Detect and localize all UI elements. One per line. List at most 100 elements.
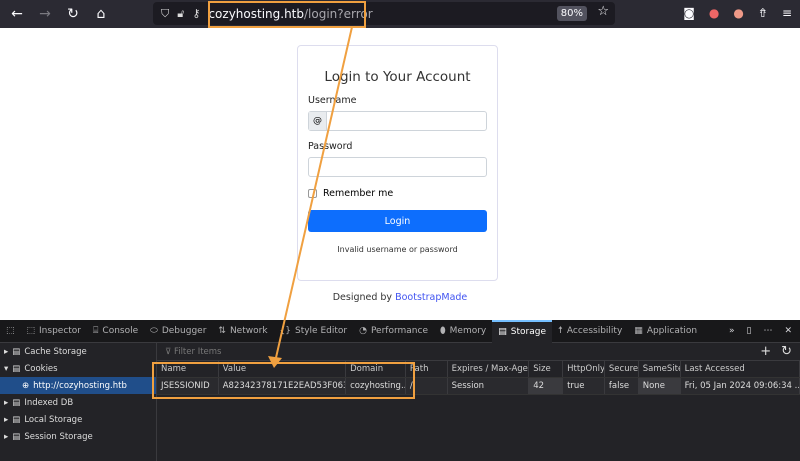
home-icon[interactable]: ⌂ xyxy=(90,6,112,22)
tab-icon: ☨ xyxy=(558,326,563,336)
remember-label: Remember me xyxy=(323,188,394,199)
add-icon[interactable]: + xyxy=(760,344,771,359)
extension-fox-icon[interactable]: ● xyxy=(709,6,719,20)
extension-icon[interactable]: ● xyxy=(733,6,743,20)
credit: Designed by BootstrapMade xyxy=(332,292,468,303)
key-icon: ⚷ xyxy=(192,7,201,20)
more-icon[interactable]: ⋯ xyxy=(763,326,772,336)
more-tabs-icon[interactable]: » xyxy=(729,326,735,336)
tab-icon: ▦ xyxy=(634,326,643,336)
tab-icon: ◔ xyxy=(359,326,367,336)
tab-icon: ⬭ xyxy=(150,326,158,336)
cookies-table: Name Value Domain Path Expires / Max-Age Size… xyxy=(157,361,800,395)
close-icon[interactable]: ✕ xyxy=(784,326,792,336)
username-field[interactable]: @ xyxy=(308,111,487,131)
pocket-icon[interactable]: ◙ xyxy=(683,6,695,20)
tab-network[interactable]: ⇅ Network xyxy=(212,320,273,343)
expanded-arrow-icon: ▾ xyxy=(4,363,9,374)
table-row[interactable]: JSESSIONIDA82342378171E2EAD53F06323...co… xyxy=(157,378,800,395)
column-header[interactable]: SameSite xyxy=(639,361,681,377)
sidebar-item[interactable]: ▾ ▤ Cookies xyxy=(0,360,156,377)
filter-bar: ⊽ Filter Items + ↻ xyxy=(157,343,800,361)
sidebar-item[interactable]: ▸ ▤ Session Storage xyxy=(0,428,156,445)
filter-input[interactable]: Filter Items xyxy=(174,347,222,357)
table-cell: 42 xyxy=(529,378,564,394)
devtools-panel: ⬚ ⬚ Inspector ⌸ Console ⬭ Debugger ⇅ Network{} S… xyxy=(0,319,800,461)
browser-toolbar: ← → ↻ ⌂ ⛉ 🔓︎ ⚷ cozyhosting.htb/login?err… xyxy=(0,0,800,28)
tab-application[interactable]: ▦ Application xyxy=(628,320,703,343)
page-content: Login to Your Account Username @ Passwor… xyxy=(0,28,800,320)
extensions-icon[interactable]: ⇮ xyxy=(758,6,768,20)
picker-icon[interactable]: ⬚ xyxy=(0,320,21,343)
back-icon[interactable]: ← xyxy=(6,6,28,22)
storage-sidebar: ▸ ▤ Cache Storage ▾ ▤ Cookies ⊕ http://cozyhost… xyxy=(0,343,157,461)
table-cell: / xyxy=(406,378,448,394)
column-header[interactable]: Last Accessed xyxy=(681,361,800,377)
tab-icon: ⬚ xyxy=(26,326,36,336)
column-header[interactable]: Domain xyxy=(346,361,406,377)
column-header[interactable]: Secure xyxy=(605,361,639,377)
globe-icon: ⊕ xyxy=(22,380,30,391)
column-header[interactable]: Path xyxy=(406,361,448,377)
column-header[interactable]: Expires / Max-Age xyxy=(448,361,530,377)
column-header[interactable]: HttpOnly xyxy=(563,361,605,377)
tab-debugger[interactable]: ⬭ Debugger xyxy=(144,320,212,343)
sidebar-item[interactable]: ▸ ▤ Local Storage xyxy=(0,411,156,428)
storage-icon: ▤ xyxy=(12,363,21,374)
filter-icon: ⊽ xyxy=(165,346,174,357)
collapsed-arrow-icon: ▸ xyxy=(4,431,9,442)
storage-icon: ▤ xyxy=(12,414,21,425)
login-title: Login to Your Account xyxy=(324,69,471,85)
sidebar-item[interactable]: ▸ ▤ Cache Storage xyxy=(0,343,156,360)
menu-icon[interactable]: ≡ xyxy=(782,6,792,20)
tab-icon: ⌸ xyxy=(93,326,99,336)
storage-icon: ▤ xyxy=(12,346,21,357)
table-cell: Session xyxy=(448,378,530,394)
column-header[interactable]: Name xyxy=(157,361,219,377)
at-prefix: @ xyxy=(309,112,327,130)
table-cell: cozyhosting.... xyxy=(346,378,406,394)
shield-icon: ⛉ xyxy=(161,6,170,20)
url-host: cozyhosting.htb xyxy=(208,6,304,21)
lock-icon: 🔓︎ xyxy=(177,6,185,20)
table-cell: false xyxy=(605,378,639,394)
table-cell: A82342378171E2EAD53F06323... xyxy=(219,378,347,394)
dock-icon[interactable]: ▯ xyxy=(747,326,752,336)
column-header[interactable]: Value xyxy=(219,361,347,377)
error-message: Invalid username or password xyxy=(337,245,458,254)
zoom-level[interactable]: 80% xyxy=(556,6,587,21)
forward-icon[interactable]: → xyxy=(34,6,56,22)
tab-icon: ⇅ xyxy=(218,326,226,336)
sidebar-item[interactable]: ▸ ▤ Indexed DB xyxy=(0,394,156,411)
tab-style-editor[interactable]: {} Style Editor xyxy=(274,320,354,343)
table-cell: true xyxy=(563,378,605,394)
tab-icon: ▤ xyxy=(498,327,507,337)
collapsed-arrow-icon: ▸ xyxy=(4,397,9,408)
collapsed-arrow-icon: ▸ xyxy=(4,346,9,357)
tab-memory[interactable]: ⬮ Memory xyxy=(434,320,492,343)
bootstrapmade-link[interactable]: BootstrapMade xyxy=(395,292,467,303)
password-label: Password xyxy=(308,141,353,152)
refresh-icon[interactable]: ↻ xyxy=(781,344,792,359)
login-card: Login to Your Account Username @ Passwor… xyxy=(297,45,498,281)
table-cell: None xyxy=(638,378,681,394)
tab-performance[interactable]: ◔ Performance xyxy=(353,320,434,343)
bookmark-star-icon[interactable]: ☆ xyxy=(597,4,609,19)
url-path: /login?error xyxy=(304,6,373,21)
login-button[interactable]: Login xyxy=(308,210,487,232)
column-header[interactable]: Size xyxy=(529,361,564,377)
sidebar-item[interactable]: ⊕ http://cozyhosting.htb xyxy=(0,377,156,394)
tab-accessibility[interactable]: ☨ Accessibility xyxy=(552,320,628,343)
table-cell: Fri, 05 Jan 2024 09:06:34 ... xyxy=(681,378,800,394)
tab-storage[interactable]: ▤ Storage xyxy=(492,319,552,343)
tab-icon: ⬮ xyxy=(440,326,446,336)
address-bar[interactable]: ⛉ 🔓︎ ⚷ cozyhosting.htb/login?error 80% ☆ xyxy=(153,2,615,25)
collapsed-arrow-icon: ▸ xyxy=(4,414,9,425)
username-label: Username xyxy=(308,95,357,106)
reload-icon[interactable]: ↻ xyxy=(62,6,84,22)
table-cell: JSESSIONID xyxy=(157,378,219,394)
remember-checkbox[interactable] xyxy=(308,189,317,198)
password-field[interactable] xyxy=(308,157,487,177)
tab-console[interactable]: ⌸ Console xyxy=(87,320,144,343)
tab-inspector[interactable]: ⬚ Inspector xyxy=(21,320,88,343)
